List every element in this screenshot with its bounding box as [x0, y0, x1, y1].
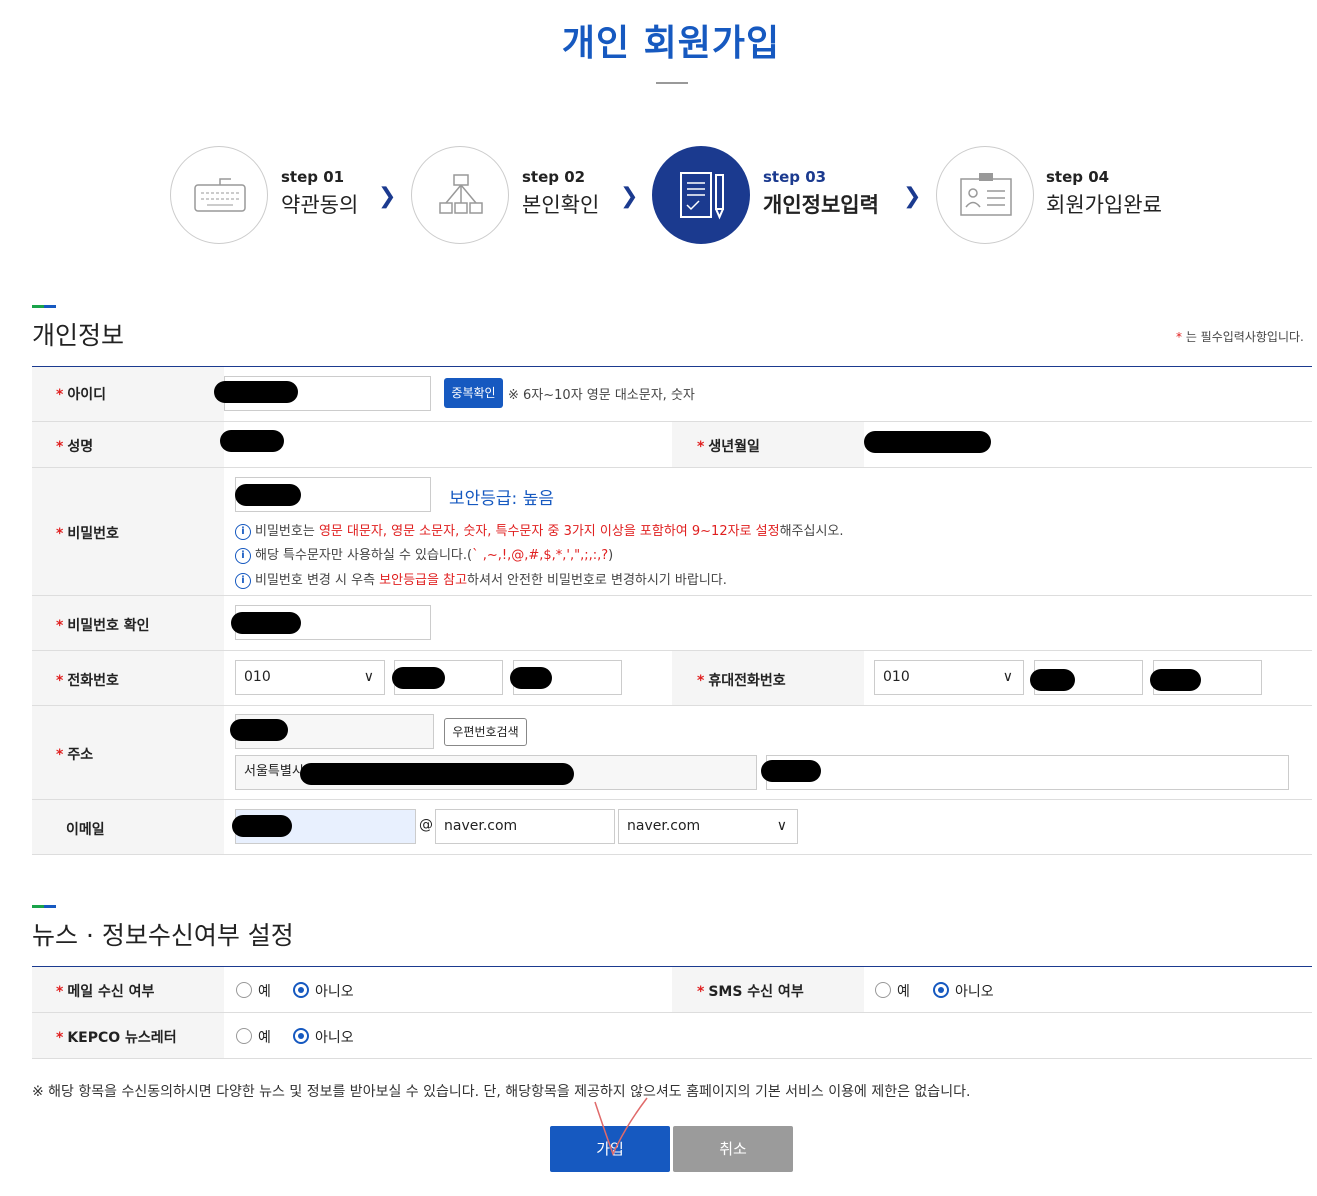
step-4-circle — [936, 146, 1034, 244]
name-label: * 성명 — [56, 439, 94, 455]
phone-label: * 전화번호 — [56, 673, 119, 689]
sms-yes-radio[interactable] — [875, 982, 891, 998]
address-label: * 주소 — [56, 747, 94, 763]
section-marker — [32, 305, 56, 308]
address-line2-input[interactable] — [766, 755, 1289, 790]
password-hint-1: i 비밀번호는 영문 대문자, 영문 소문자, 숫자, 특수문자 중 3가지 이상… — [235, 520, 844, 540]
redaction-mark — [1030, 669, 1075, 691]
birth-value-redacted — [864, 431, 991, 453]
row-divider — [32, 650, 1312, 651]
email-label: 이메일 — [66, 822, 105, 838]
mobile-label: * 휴대전화번호 — [697, 673, 786, 689]
keyboard-icon — [194, 178, 246, 212]
newsletter-yes-radio[interactable] — [236, 1028, 252, 1044]
page-title: 개인 회원가입 — [561, 23, 781, 64]
name-value-redacted — [220, 430, 284, 452]
redaction-mark — [392, 667, 445, 689]
news-section-title: 뉴스 · 정보수신여부 설정 — [32, 921, 294, 950]
password-label: * 비밀번호 — [56, 526, 119, 542]
info-icon: i — [235, 572, 251, 589]
password-hint-2: i 해당 특수문자만 사용하실 수 있습니다.(` ,~,!,@,#,$,*,',… — [235, 544, 613, 564]
mail-no-radio[interactable] — [293, 982, 309, 998]
cancel-button[interactable]: 취소 — [673, 1126, 793, 1172]
sms-no-radio[interactable] — [933, 982, 949, 998]
step-3-label: 개인정보입력 — [763, 193, 879, 217]
birth-label: * 생년월일 — [697, 439, 760, 455]
mobile-prefix-select[interactable]: 010 ∨ — [874, 660, 1024, 695]
step-4-label: 회원가입완료 — [1046, 193, 1162, 217]
password-hint-3: i 비밀번호 변경 시 우측 보안등급을 참고하셔서 안전한 비밀번호로 변경하시… — [235, 569, 727, 589]
step-arrow-icon: ❯ — [378, 184, 397, 209]
zipcode-search-button[interactable]: 우편번호검색 — [444, 718, 527, 746]
row-divider — [32, 854, 1312, 855]
duplicate-check-button[interactable]: 중복확인 — [444, 378, 503, 408]
phone-prefix-select[interactable]: 010 ∨ — [235, 660, 385, 695]
redaction-mark — [1150, 669, 1201, 691]
row-divider — [32, 705, 1312, 706]
email-domain-input[interactable]: naver.com — [435, 809, 615, 844]
step-arrow-icon: ❯ — [903, 184, 922, 209]
mail-yes-radio[interactable] — [236, 982, 252, 998]
newsletter-no-radio[interactable] — [293, 1028, 309, 1044]
redaction-mark — [232, 815, 292, 837]
step-3-circle — [652, 146, 750, 244]
step-2-circle — [411, 146, 509, 244]
redaction-mark — [235, 484, 301, 506]
step-3-number: step 03 — [763, 168, 827, 186]
step-1-circle — [170, 146, 268, 244]
sms-no-label: 아니오 — [955, 984, 994, 1000]
step-arrow-icon: ❯ — [620, 184, 639, 209]
redaction-mark — [300, 763, 574, 785]
id-hint: ※ 6자~10자 영문 대소문자, 숫자 — [508, 388, 695, 403]
id-card-icon — [960, 173, 1012, 216]
required-note: * 는 필수입력사항입니다. — [1176, 330, 1304, 344]
row-divider — [32, 799, 1312, 800]
info-icon: i — [235, 523, 251, 540]
sms-receive-label: * SMS 수신 여부 — [697, 984, 804, 1000]
section-marker — [32, 905, 56, 908]
step-2-label: 본인확인 — [522, 193, 600, 217]
password-confirm-label: * 비밀번호 확인 — [56, 618, 150, 634]
step-1-number: step 01 — [281, 168, 345, 186]
row-divider — [32, 1058, 1312, 1059]
document-pencil-icon — [680, 172, 724, 220]
title-divider — [656, 82, 688, 84]
annotation-mark — [594, 1097, 648, 1157]
info-icon: i — [235, 547, 251, 564]
redaction-mark — [231, 612, 301, 634]
email-domain-select[interactable]: naver.com ∨ — [618, 809, 798, 844]
newsletter-no-label: 아니오 — [315, 1030, 354, 1046]
newsletter-label: * KEPCO 뉴스레터 — [56, 1030, 177, 1046]
form-top-border — [32, 366, 1312, 367]
security-level: 보안등급: 높음 — [449, 489, 554, 509]
mail-yes-label: 예 — [258, 984, 271, 1000]
chevron-down-icon: ∨ — [776, 818, 787, 834]
row-divider — [32, 1012, 1312, 1013]
redaction-mark — [230, 719, 288, 741]
sms-yes-label: 예 — [897, 984, 910, 1000]
redaction-mark — [214, 381, 298, 403]
chevron-down-icon: ∨ — [363, 669, 374, 685]
personal-section-title: 개인정보 — [32, 321, 125, 350]
mail-receive-label: * 메일 수신 여부 — [56, 984, 155, 1000]
email-at-sign: @ — [419, 817, 433, 833]
step-2-number: step 02 — [522, 168, 586, 186]
mail-no-label: 아니오 — [315, 984, 354, 1000]
hierarchy-icon — [439, 174, 483, 214]
redaction-mark — [510, 667, 552, 689]
chevron-down-icon: ∨ — [1002, 669, 1013, 685]
row-divider — [32, 467, 1312, 468]
step-4-number: step 04 — [1046, 168, 1110, 186]
newsletter-yes-label: 예 — [258, 1030, 271, 1046]
receive-notice: ※ 해당 항목을 수신동의하시면 다양한 뉴스 및 정보를 받아보실 수 있습니… — [32, 1084, 971, 1100]
row-divider — [32, 595, 1312, 596]
redaction-mark — [761, 760, 821, 782]
row-divider — [32, 421, 1312, 422]
id-label: * 아이디 — [56, 387, 106, 403]
step-1-label: 약관동의 — [281, 193, 359, 217]
